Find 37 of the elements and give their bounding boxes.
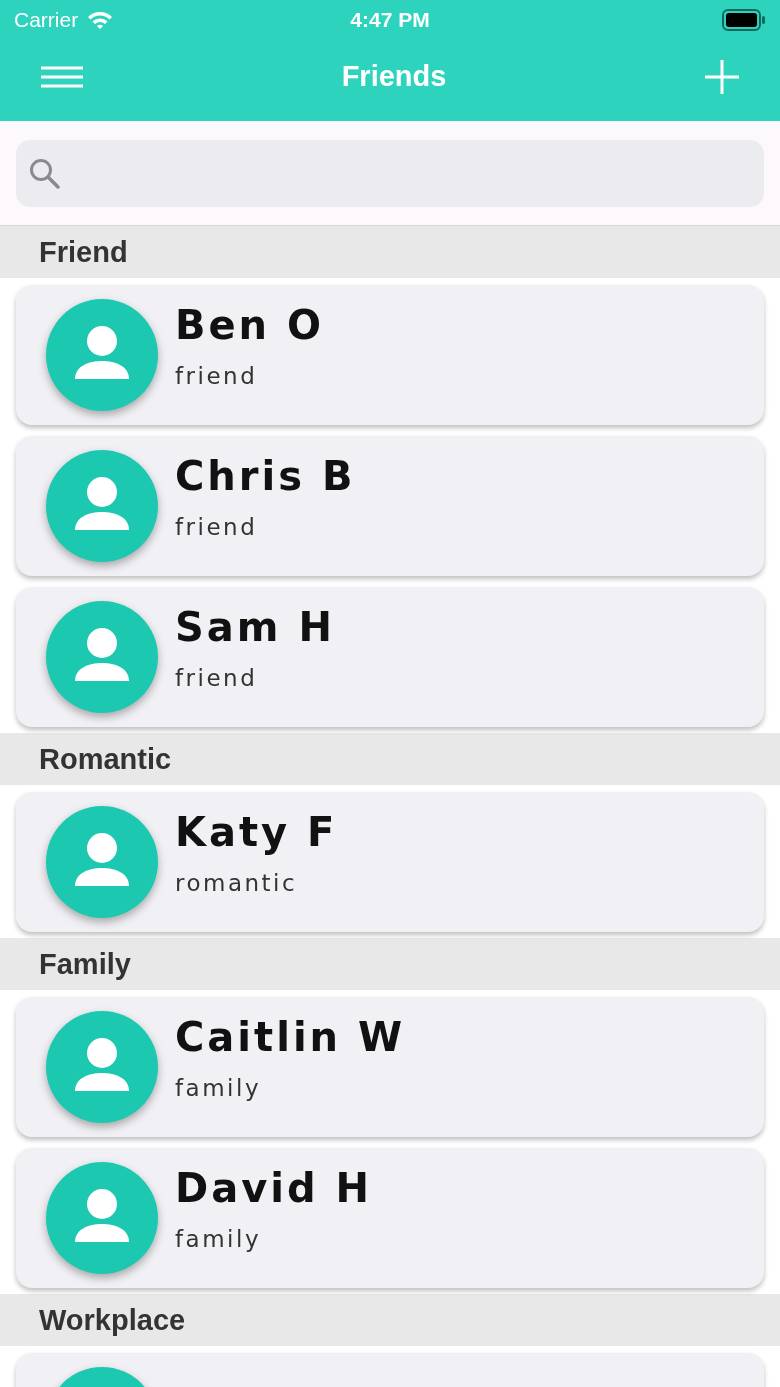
- contact-group: family: [175, 1226, 372, 1252]
- contact-card[interactable]: David H family: [16, 1148, 764, 1288]
- section-header: Family: [0, 938, 780, 990]
- contact-group: friend: [175, 665, 335, 691]
- add-icon[interactable]: [705, 59, 739, 94]
- person-avatar-icon: [46, 806, 158, 918]
- contact-group: friend: [175, 514, 356, 540]
- wifi-icon: [86, 10, 115, 30]
- clock-time: 4:47 PM: [350, 8, 430, 32]
- contact-card[interactable]: Ben O friend: [16, 285, 764, 425]
- contact-group: friend: [175, 363, 325, 389]
- battery-icon: [722, 9, 766, 31]
- contact-name: Ben O: [175, 301, 325, 349]
- contact-name: Caitlin W: [175, 1013, 406, 1061]
- person-avatar-icon: [46, 601, 158, 713]
- section-header: Workplace: [0, 1294, 780, 1346]
- contact-group: romantic: [175, 870, 338, 896]
- section-header: Romantic: [0, 733, 780, 785]
- search-field[interactable]: [16, 140, 764, 207]
- contact-group: family: [175, 1075, 406, 1101]
- contact-name: David H: [175, 1164, 372, 1212]
- contact-name: Chris B: [175, 452, 356, 500]
- person-avatar-icon: [46, 299, 158, 411]
- nav-title: Friends: [341, 60, 447, 93]
- contact-name: Sam H: [175, 603, 335, 651]
- contact-card[interactable]: Katy F romantic: [16, 792, 764, 932]
- contact-card[interactable]: Caitlin W family: [16, 997, 764, 1137]
- contact-card[interactable]: Sam H friend: [16, 587, 764, 727]
- contact-card[interactable]: Chris B friend: [16, 436, 764, 576]
- section-header: Friend: [0, 226, 780, 278]
- person-avatar-icon: [46, 1162, 158, 1274]
- search-icon: [29, 157, 61, 190]
- menu-icon[interactable]: [41, 65, 83, 88]
- carrier-label: Carrier: [14, 8, 79, 32]
- person-avatar-icon: [46, 450, 158, 562]
- person-avatar-icon: [46, 1011, 158, 1123]
- contact-name: Katy F: [175, 808, 338, 856]
